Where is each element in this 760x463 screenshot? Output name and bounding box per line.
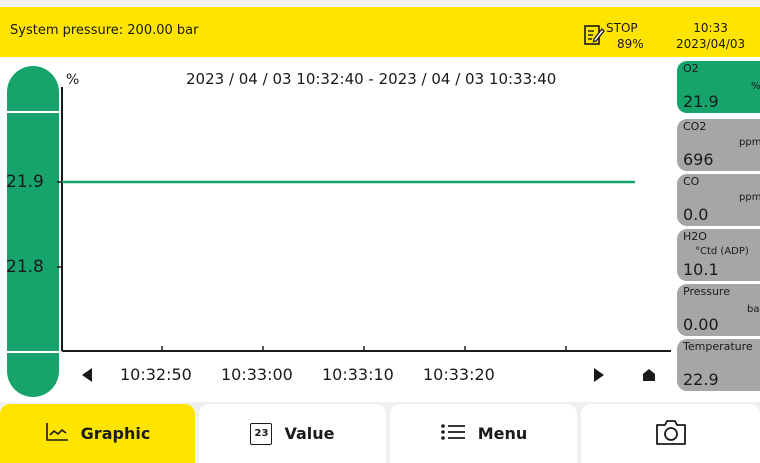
measurement-tile-co2[interactable]: CO2 ppm 696 (677, 119, 760, 171)
list-icon (440, 422, 466, 446)
home-icon[interactable] (636, 362, 662, 388)
x-tick-label: 10:33:20 (423, 365, 495, 384)
status-percent: 89% (617, 37, 644, 51)
measurement-tile-temperature[interactable]: Temperature °C 22.9 (677, 339, 760, 391)
tab-menu[interactable]: Menu (390, 404, 577, 463)
measurement-name: CO2 (683, 120, 707, 133)
clock-time: 10:33 (693, 21, 728, 35)
trend-chart (57, 87, 671, 352)
recording-status: STOP 89% (606, 20, 644, 52)
measurement-name: Pressure (683, 285, 730, 298)
x-tick-label: 10:32:50 (120, 365, 192, 384)
line-chart-icon (45, 422, 69, 446)
x-tick-label: 10:33:00 (221, 365, 293, 384)
tab-value[interactable]: 23 Value (199, 404, 386, 463)
measurement-tile-pressure[interactable]: Pressure bar 0.00 (677, 284, 760, 336)
next-arrow-icon[interactable] (586, 362, 612, 388)
x-tick-label: 10:33:10 (322, 365, 394, 384)
status-label: STOP (606, 21, 638, 35)
clock: 10:33 2023/04/03 (676, 20, 745, 52)
measurement-value: 0.00 (683, 315, 719, 334)
screenshot-button[interactable] (581, 404, 760, 463)
measurement-unit: bar (747, 304, 760, 315)
measurement-panel: O2 % 21.9 CO2 ppm 696 CO ppm 0.0 H2O °Ct… (673, 57, 760, 400)
measurement-tile-o2[interactable]: O2 % 21.9 (677, 61, 760, 113)
calendar-icon: 23 (250, 422, 273, 445)
measurement-name: O2 (683, 62, 699, 75)
prev-arrow-icon[interactable] (74, 362, 100, 388)
top-strip (0, 0, 760, 7)
measurement-value: 21.9 (683, 92, 719, 111)
measurement-value: 0.0 (683, 205, 709, 224)
clock-date: 2023/04/03 (676, 37, 746, 51)
measurement-tile-h2o[interactable]: H2O °Ctd (ADP) 10.1 (677, 229, 760, 281)
measurement-unit: % (751, 81, 760, 92)
camera-icon (654, 418, 688, 450)
measurement-tile-co[interactable]: CO ppm 0.0 (677, 174, 760, 226)
measurement-value: 22.9 (683, 370, 719, 389)
measurement-value: 10.1 (683, 260, 719, 279)
tab-graphic[interactable]: Graphic (0, 404, 195, 463)
measurement-unit: ppm (739, 192, 760, 203)
calendar-icon-day: 23 (254, 427, 269, 439)
measurement-unit: ppm (739, 137, 760, 148)
measurement-value: 696 (683, 150, 714, 169)
tab-value-label: Value (284, 424, 335, 443)
measurement-unit: °Ctd (ADP) (695, 246, 749, 257)
measurement-name: H2O (683, 230, 707, 243)
system-pressure-text: System pressure: 200.00 bar (10, 23, 199, 38)
time-scroll-bar[interactable]: 10:32:50 10:33:00 10:33:10 10:33:20 (60, 353, 671, 397)
status-header: System pressure: 200.00 bar STOP 89% 10:… (0, 7, 760, 57)
tab-graphic-label: Graphic (80, 424, 151, 443)
bottom-navigation: Graphic 23 Value Menu (0, 402, 760, 463)
status-document-icon[interactable] (583, 24, 605, 46)
measurement-name: Temperature (683, 340, 753, 353)
tab-menu-label: Menu (477, 424, 528, 443)
measurement-name: CO (683, 175, 700, 188)
